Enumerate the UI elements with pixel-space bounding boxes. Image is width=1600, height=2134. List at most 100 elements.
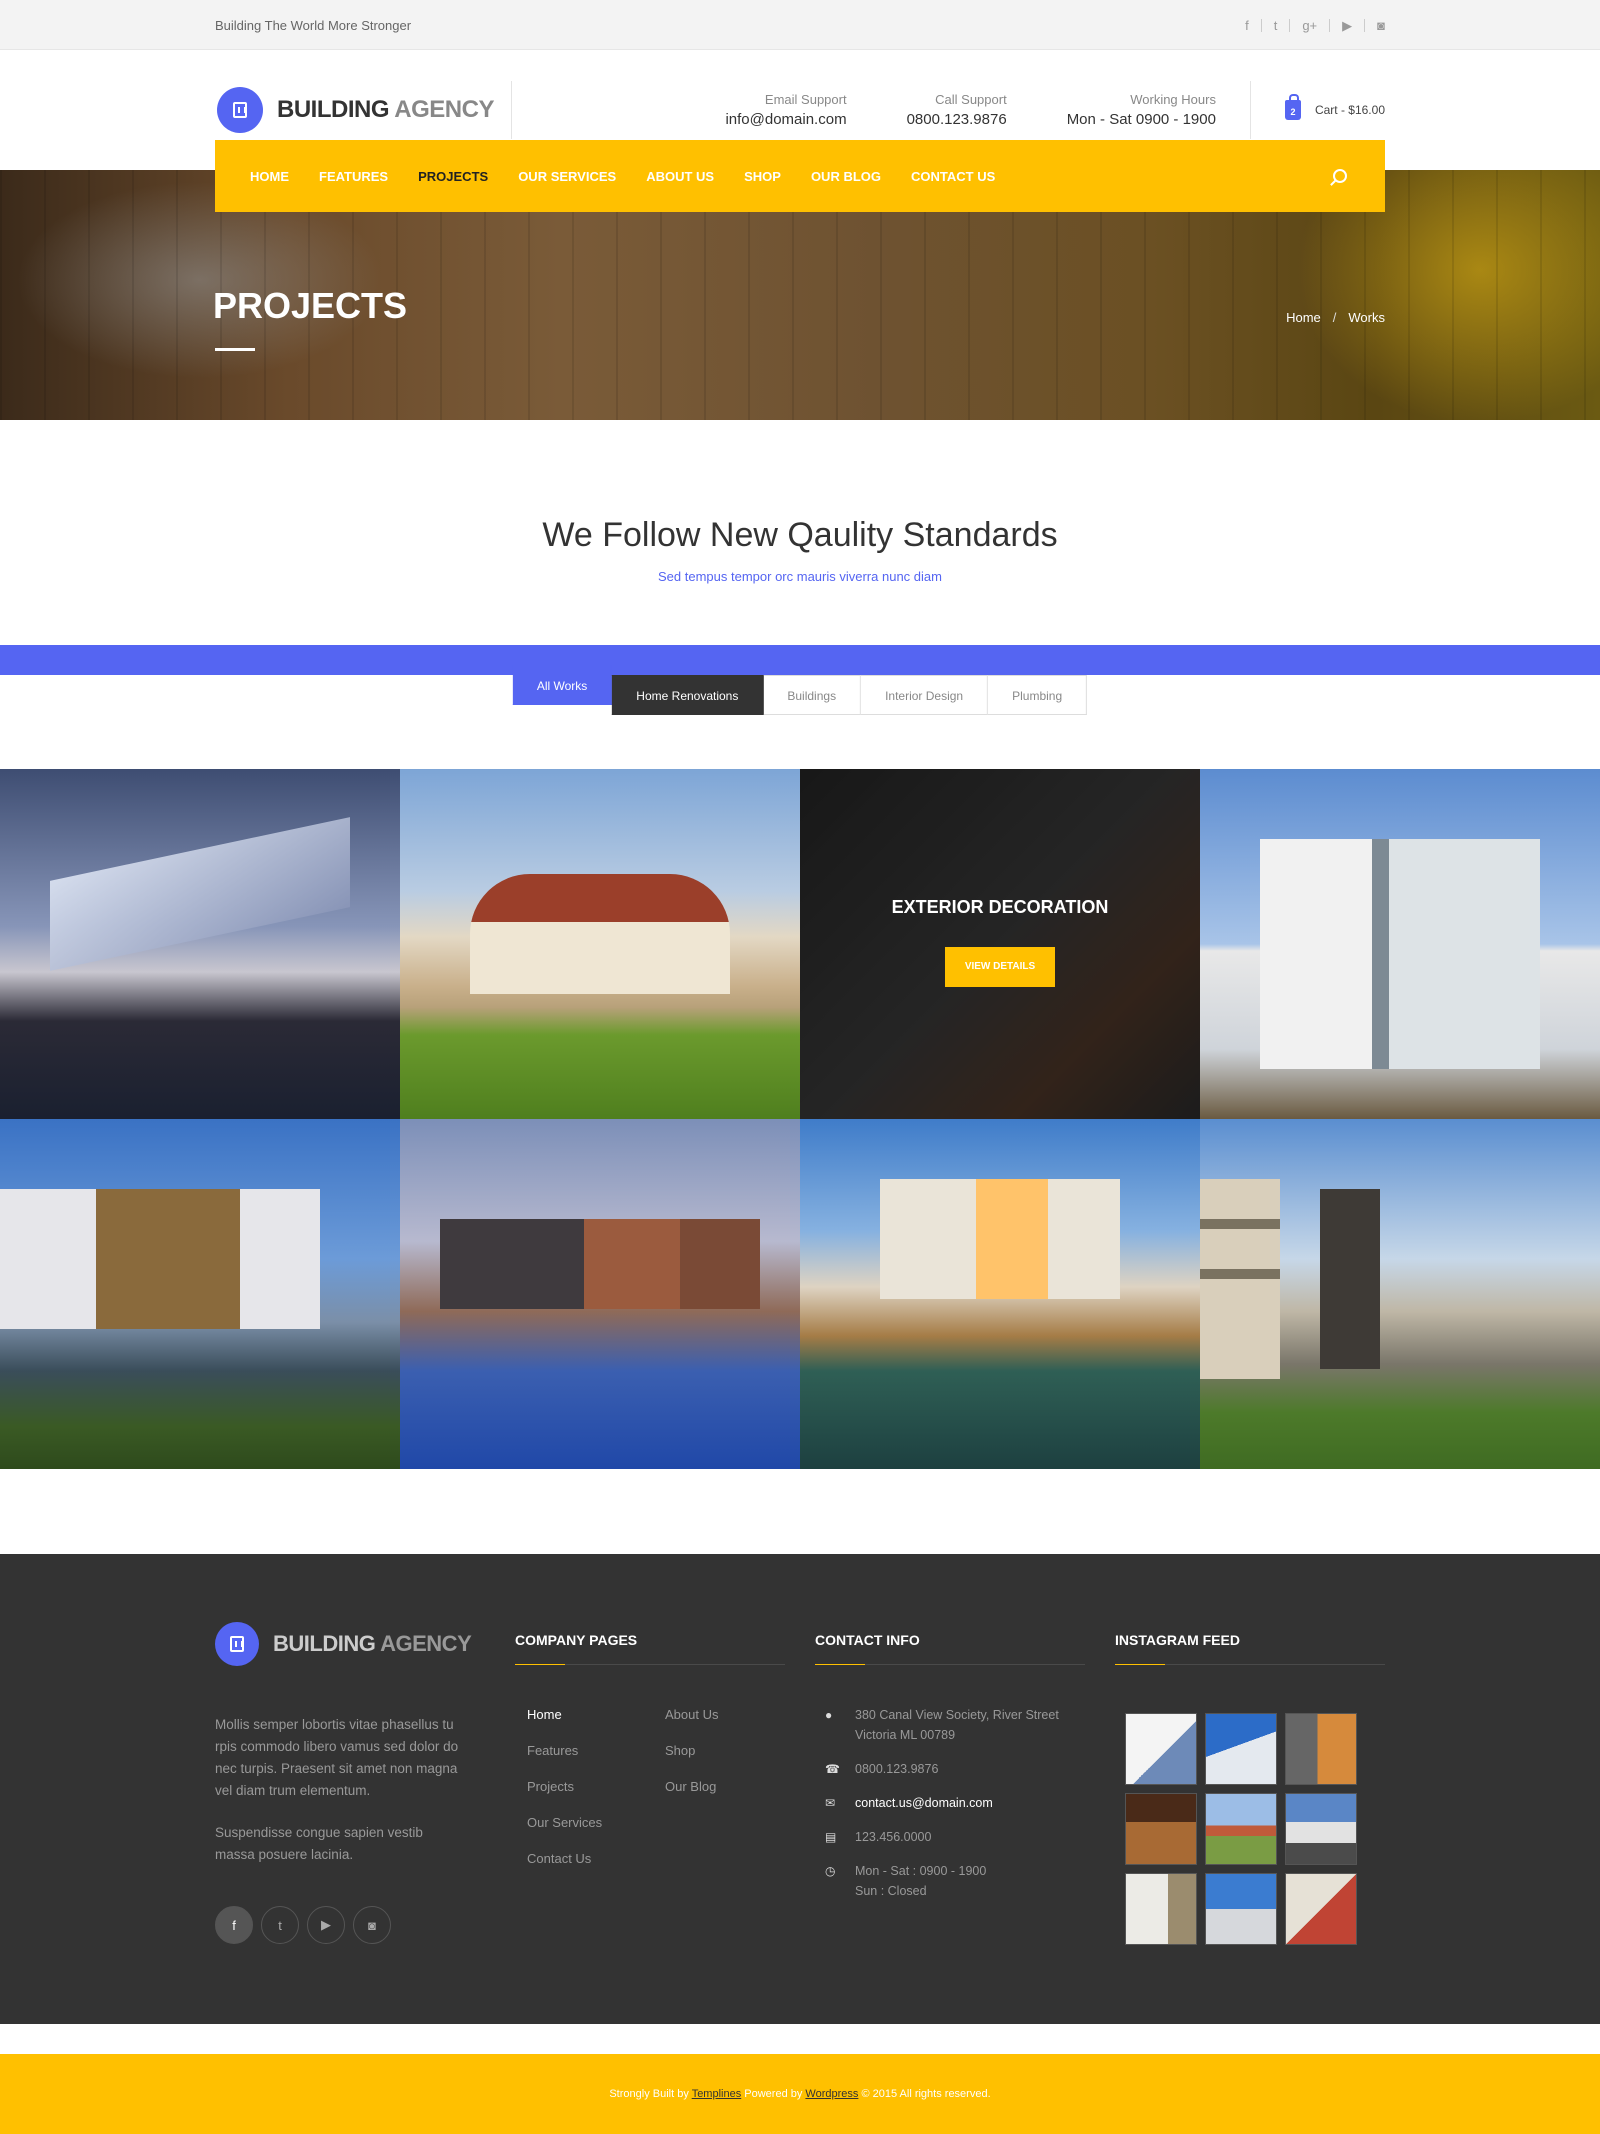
breadcrumb-home[interactable]: Home xyxy=(1286,310,1321,325)
printer-icon: ▤ xyxy=(825,1830,837,1844)
working-hours-value: Mon - Sat 0900 - 1900 xyxy=(1066,111,1216,128)
footer-link-about-us[interactable]: About Us xyxy=(665,1707,785,1722)
instagram-thumb[interactable] xyxy=(1285,1793,1357,1865)
footer-about: BUILDING AGENCY Mollis semper lobortis v… xyxy=(215,1622,515,1945)
contact-hours: ◷ Mon - Sat : 0900 - 1900 Sun : Closed xyxy=(825,1861,1085,1901)
contact-phone: ☎ 0800.123.9876 xyxy=(825,1759,1085,1779)
twitter-icon[interactable]: t xyxy=(261,1906,299,1944)
instagram-thumb[interactable] xyxy=(1125,1713,1197,1785)
intro-section: We Follow New Qaulity Standards Sed temp… xyxy=(0,420,1600,645)
project-overlay-title: EXTERIOR DECORATION xyxy=(891,897,1109,917)
instagram-thumb[interactable] xyxy=(1205,1873,1277,1945)
project-tile[interactable] xyxy=(0,769,400,1119)
footer-contact-info: CONTACT INFO ● 380 Canal View Society, R… xyxy=(815,1622,1085,1945)
nav-home[interactable]: HOME xyxy=(235,169,304,184)
header-contacts: Email Support info@domain.com Call Suppo… xyxy=(665,92,1216,128)
google-plus-icon[interactable]: g+ xyxy=(1289,18,1329,32)
filter-strip: All Works Home Renovations Buildings Int… xyxy=(0,645,1600,715)
footer-description-2: Suspendisse congue sapien vestib massa p… xyxy=(215,1825,423,1862)
templines-link[interactable]: Templines xyxy=(692,2088,742,2100)
building-icon xyxy=(217,87,263,133)
project-tile[interactable] xyxy=(400,769,800,1119)
footer-link-features[interactable]: Features xyxy=(527,1743,665,1758)
filter-buildings[interactable]: Buildings xyxy=(763,675,862,715)
wordpress-link[interactable]: Wordpress xyxy=(805,2088,858,2100)
footer-logo[interactable]: BUILDING AGENCY xyxy=(215,1622,515,1666)
project-tile[interactable] xyxy=(1200,769,1600,1119)
working-hours: Working Hours Mon - Sat 0900 - 1900 xyxy=(1007,92,1216,128)
phone-icon: ☎ xyxy=(825,1762,840,1776)
location-pin-icon: ● xyxy=(825,1708,833,1722)
youtube-icon[interactable]: ▶ xyxy=(307,1906,345,1944)
instagram-feed-heading: INSTAGRAM FEED xyxy=(1115,1622,1385,1665)
site-logo[interactable]: BUILDING AGENCY xyxy=(215,81,512,139)
instagram-thumb[interactable] xyxy=(1205,1713,1277,1785)
instagram-thumb[interactable] xyxy=(1285,1713,1357,1785)
company-links: Home About Us Features Shop Projects Our… xyxy=(515,1707,785,1866)
project-tile[interactable] xyxy=(400,1119,800,1469)
shopping-bag-icon: 2 xyxy=(1284,94,1301,120)
footer-link-contact-us[interactable]: Contact Us xyxy=(527,1851,665,1866)
project-tile[interactable] xyxy=(1200,1119,1600,1469)
search-icon[interactable] xyxy=(1333,169,1347,183)
footer-link-projects[interactable]: Projects xyxy=(527,1779,665,1794)
breadcrumb-separator: / xyxy=(1332,310,1337,325)
facebook-icon[interactable]: f xyxy=(215,1906,253,1944)
project-tile[interactable] xyxy=(800,1119,1200,1469)
project-filters: All Works Home Renovations Buildings Int… xyxy=(512,665,1088,715)
call-support-value[interactable]: 0800.123.9876 xyxy=(907,111,1007,128)
project-tile[interactable] xyxy=(0,1119,400,1469)
tagline: Building The World More Stronger xyxy=(215,17,412,33)
filter-all-works[interactable]: All Works xyxy=(512,665,613,705)
view-details-button[interactable]: VIEW DETAILS xyxy=(945,947,1055,987)
footer-link-our-blog[interactable]: Our Blog xyxy=(665,1779,785,1794)
nav-shop[interactable]: SHOP xyxy=(729,169,796,184)
nav-our-blog[interactable]: OUR BLOG xyxy=(796,169,896,184)
instagram-icon[interactable]: ◙ xyxy=(353,1906,391,1944)
project-tile-hovered[interactable]: EXTERIOR DECORATION VIEW DETAILS xyxy=(800,769,1200,1119)
building-icon xyxy=(215,1622,259,1666)
contact-email: ✉ contact.us@domain.com xyxy=(825,1793,1085,1813)
nav-contact-us[interactable]: CONTACT US xyxy=(896,169,1010,184)
call-support-label: Call Support xyxy=(935,92,1007,107)
contact-fax: ▤ 123.456.0000 xyxy=(825,1827,1085,1847)
contact-info-heading: CONTACT INFO xyxy=(815,1622,1085,1665)
nav-projects[interactable]: PROJECTS xyxy=(403,169,503,184)
youtube-icon[interactable]: ▶ xyxy=(1329,18,1364,32)
cart-label: Cart - $16.00 xyxy=(1314,103,1385,117)
filter-plumbing[interactable]: Plumbing xyxy=(988,675,1088,715)
facebook-icon[interactable]: f xyxy=(1233,19,1261,32)
instagram-grid xyxy=(1115,1713,1385,1945)
email-support: Email Support info@domain.com xyxy=(665,92,846,128)
copyright-bar: Strongly Built by Templines Powered by W… xyxy=(0,2054,1600,2134)
page-title: PROJECTS xyxy=(213,285,408,326)
instagram-thumb[interactable] xyxy=(1285,1873,1357,1945)
call-support: Call Support 0800.123.9876 xyxy=(847,92,1007,128)
twitter-icon[interactable]: t xyxy=(1260,18,1290,32)
email-support-value[interactable]: info@domain.com xyxy=(725,111,846,128)
instagram-thumb[interactable] xyxy=(1125,1873,1197,1945)
cart-button[interactable]: 2 Cart - $16.00 xyxy=(1249,81,1385,139)
section-heading: We Follow New Qaulity Standards xyxy=(542,516,1058,554)
contact-list: ● 380 Canal View Society, River Street Vi… xyxy=(815,1705,1085,1901)
instagram-icon[interactable]: ◙ xyxy=(1364,18,1385,32)
title-underline xyxy=(215,348,255,351)
working-hours-label: Working Hours xyxy=(1130,92,1216,107)
logo-text: BUILDING AGENCY xyxy=(277,96,494,123)
nav-about-us[interactable]: ABOUT US xyxy=(631,169,729,184)
filter-home-renovations[interactable]: Home Renovations xyxy=(612,675,764,715)
instagram-thumb[interactable] xyxy=(1205,1793,1277,1865)
envelope-icon: ✉ xyxy=(825,1796,836,1810)
footer-social-links: f t ▶ ◙ xyxy=(215,1906,515,1944)
instagram-thumb[interactable] xyxy=(1125,1793,1197,1865)
footer-link-empty xyxy=(665,1815,785,1830)
clock-icon: ◷ xyxy=(825,1864,836,1878)
nav-our-services[interactable]: OUR SERVICES xyxy=(503,169,631,184)
breadcrumb: Home / Works xyxy=(1286,310,1385,325)
footer-link-shop[interactable]: Shop xyxy=(665,1743,785,1758)
footer-link-our-services[interactable]: Our Services xyxy=(527,1815,665,1830)
footer-link-home[interactable]: Home xyxy=(527,1707,665,1722)
nav-features[interactable]: FEATURES xyxy=(304,169,403,184)
footer-company-pages: COMPANY PAGES Home About Us Features Sho… xyxy=(515,1622,785,1945)
filter-interior-design[interactable]: Interior Design xyxy=(861,675,989,715)
